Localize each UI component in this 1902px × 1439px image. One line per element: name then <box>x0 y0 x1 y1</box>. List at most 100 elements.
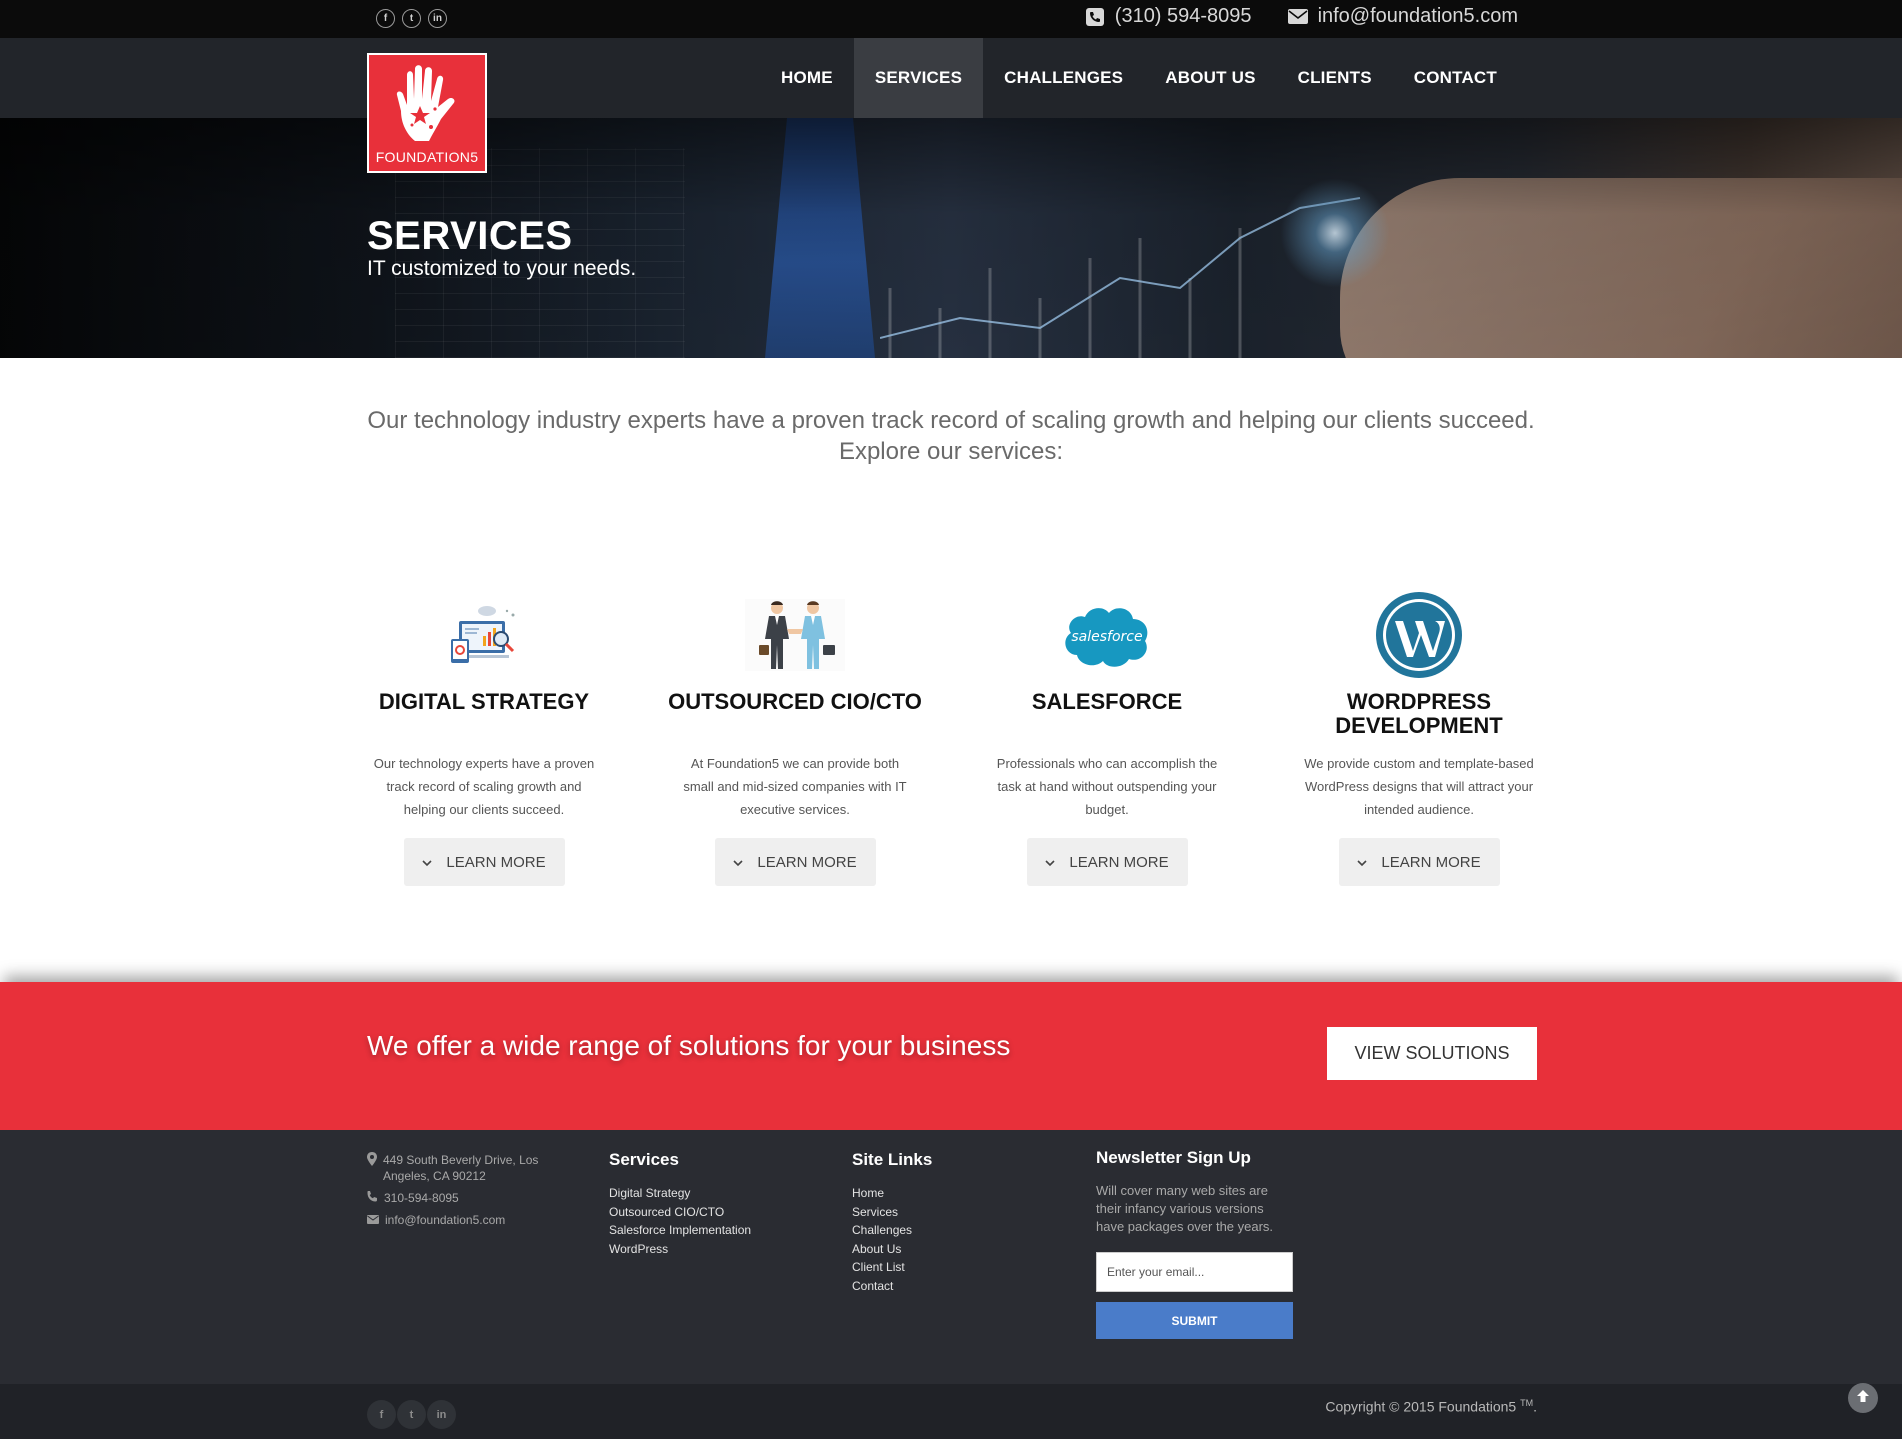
footer-link-client-list[interactable]: Client List <box>852 1258 932 1277</box>
hero-banner: SERVICES IT customized to your needs. <box>0 118 1902 358</box>
footer-link-about-us[interactable]: About Us <box>852 1240 932 1259</box>
phone-icon <box>367 1190 378 1206</box>
handshake-icon <box>665 590 925 680</box>
footer-newsletter: Newsletter Sign Up Will cover many web s… <box>1096 1148 1293 1339</box>
footer-address: 449 South Beverly Drive, Los Angeles, CA… <box>367 1152 567 1184</box>
footer-link-digital-strategy[interactable]: Digital Strategy <box>609 1184 751 1203</box>
footer-link-salesforce[interactable]: Salesforce Implementation <box>609 1221 751 1240</box>
footer-link-contact[interactable]: Contact <box>852 1277 932 1296</box>
learn-more-button[interactable]: LEARN MORE <box>403 838 565 886</box>
service-card-salesforce: salesforce SALESFORCE Professionals who … <box>977 590 1237 886</box>
service-title: SALESFORCE <box>1031 689 1183 714</box>
facebook-icon[interactable]: f <box>376 9 395 28</box>
twitter-icon[interactable]: t <box>397 1400 426 1429</box>
footer-link-home[interactable]: Home <box>852 1184 932 1203</box>
top-email-text: info@foundation5.com <box>1317 5 1518 27</box>
newsletter-email-input[interactable]: Enter your email... <box>1096 1252 1293 1292</box>
learn-more-button[interactable]: LEARN MORE <box>714 838 876 886</box>
service-description: Professionals who can accomplish the tas… <box>996 756 1218 817</box>
service-description: We provide custom and template-based Wor… <box>1304 756 1534 817</box>
top-bar: f t in (310) 594-8095 info@foundation5.c… <box>0 0 1902 38</box>
footer-link-wordpress[interactable]: WordPress <box>609 1240 751 1259</box>
top-social-links: f t in <box>376 9 447 28</box>
learn-more-label: LEARN MORE <box>446 853 546 871</box>
nav-clients[interactable]: CLIENTS <box>1277 38 1393 118</box>
hand-logo-icon <box>396 65 455 141</box>
footer-link-challenges[interactable]: Challenges <box>852 1221 932 1240</box>
linkedin-icon[interactable]: in <box>428 9 447 28</box>
footer-email-text: info@foundation5.com <box>385 1213 506 1227</box>
top-email[interactable]: info@foundation5.com <box>1287 5 1518 28</box>
footer-site-links: Site Links Home Services Challenges Abou… <box>852 1150 932 1295</box>
newsletter-title: Newsletter Sign Up <box>1096 1148 1251 1167</box>
nav-services[interactable]: SERVICES <box>853 38 984 118</box>
top-phone[interactable]: (310) 594-8095 <box>1085 5 1252 28</box>
learn-more-label: LEARN MORE <box>757 853 857 871</box>
site-logo[interactable]: FOUNDATION5 <box>367 53 487 173</box>
intro-line-2: Explore our services: <box>838 438 1064 465</box>
bottom-social-links: f t in <box>367 1400 456 1429</box>
learn-more-button[interactable]: LEARN MORE <box>1338 838 1500 886</box>
nav-contact[interactable]: CONTACT <box>1393 38 1518 118</box>
solutions-message: We offer a wide range of solutions for y… <box>367 1030 1011 1061</box>
learn-more-button[interactable]: LEARN MORE <box>1026 838 1188 886</box>
learn-more-label: LEARN MORE <box>1381 853 1481 871</box>
footer-services-title: Services <box>609 1150 679 1169</box>
learn-more-label: LEARN MORE <box>1069 853 1169 871</box>
linkedin-icon[interactable]: in <box>427 1400 456 1429</box>
scroll-to-top-button[interactable] <box>1848 1383 1878 1413</box>
bottom-bar: f t in Copyright © 2015 Foundation5 TM. <box>0 1384 1902 1439</box>
salesforce-logo-text: salesforce <box>1071 629 1142 645</box>
nav-home[interactable]: HOME <box>760 38 854 118</box>
service-title: DIGITAL STRATEGY <box>378 689 590 714</box>
logo-brand-text: FOUNDATION5 <box>375 149 479 165</box>
facebook-icon[interactable]: f <box>367 1400 396 1429</box>
service-title: OUTSOURCED CIO/CTO <box>668 689 922 714</box>
envelope-icon <box>1287 7 1308 27</box>
footer-link-services[interactable]: Services <box>852 1203 932 1222</box>
nav-about-us[interactable]: ABOUT US <box>1144 38 1276 118</box>
wordpress-logo-icon <box>1289 590 1549 680</box>
trademark: TM <box>1520 1398 1534 1408</box>
main-navbar: HOME SERVICES CHALLENGES ABOUT US CLIENT… <box>0 38 1902 118</box>
salesforce-logo-icon: salesforce <box>977 590 1237 680</box>
footer-phone-text: 310-594-8095 <box>384 1191 459 1205</box>
top-contact: (310) 594-8095 info@foundation5.com <box>1085 5 1518 28</box>
solutions-banner: We offer a wide range of solutions for y… <box>0 982 1902 1130</box>
copyright-text: Copyright © 2015 Foundation5 TM. <box>1325 1398 1537 1415</box>
envelope-icon <box>367 1212 379 1228</box>
footer-address-text: 449 South Beverly Drive, Los Angeles, CA… <box>383 1153 539 1183</box>
chevron-down-icon <box>1357 854 1367 871</box>
footer-services: Services Digital Strategy Outsourced CIO… <box>609 1150 751 1258</box>
service-description: At Foundation5 we can provide both small… <box>683 756 907 817</box>
intro-line-1: Our technology industry experts have a p… <box>367 407 1535 434</box>
footer-link-outsourced-cio-cto[interactable]: Outsourced CIO/CTO <box>609 1203 751 1222</box>
intro-text: Our technology industry experts have a p… <box>0 405 1902 467</box>
service-card-digital-strategy: DIGITAL STRATEGY Our technology experts … <box>354 590 614 886</box>
service-card-wordpress-development: WORDPRESS DEVELOPMENT We provide custom … <box>1289 590 1549 886</box>
footer-contact: 449 South Beverly Drive, Los Angeles, CA… <box>367 1152 567 1234</box>
site-footer: 449 South Beverly Drive, Los Angeles, CA… <box>0 1130 1902 1384</box>
newsletter-text: Will cover many web sites are their infa… <box>1096 1183 1274 1234</box>
footer-phone[interactable]: 310-594-8095 <box>367 1190 567 1206</box>
digital-strategy-icon <box>354 590 614 680</box>
nav-challenges[interactable]: CHALLENGES <box>983 38 1144 118</box>
hero-subtitle: IT customized to your needs. <box>367 257 637 280</box>
chevron-down-icon <box>422 854 432 871</box>
footer-email[interactable]: info@foundation5.com <box>367 1212 567 1228</box>
service-title: WORDPRESS DEVELOPMENT <box>1335 689 1503 738</box>
service-card-outsourced-cio-cto: OUTSOURCED CIO/CTO At Foundation5 we can… <box>665 590 925 886</box>
twitter-icon[interactable]: t <box>402 9 421 28</box>
copyright-period: . <box>1533 1398 1537 1415</box>
service-description: Our technology experts have a proven tra… <box>373 756 595 817</box>
arrow-up-icon <box>1856 1389 1870 1408</box>
main-menu: HOME SERVICES CHALLENGES ABOUT US CLIENT… <box>760 38 1518 118</box>
copyright-main: Copyright © 2015 Foundation5 <box>1325 1398 1521 1415</box>
chevron-down-icon <box>1045 854 1055 871</box>
footer-site-links-title: Site Links <box>852 1150 933 1169</box>
view-solutions-button[interactable]: VIEW SOLUTIONS <box>1327 1027 1537 1080</box>
top-phone-text: (310) 594-8095 <box>1114 5 1252 27</box>
newsletter-submit-button[interactable]: SUBMIT <box>1096 1302 1293 1339</box>
phone-icon <box>1085 7 1105 27</box>
chevron-down-icon <box>733 854 743 871</box>
